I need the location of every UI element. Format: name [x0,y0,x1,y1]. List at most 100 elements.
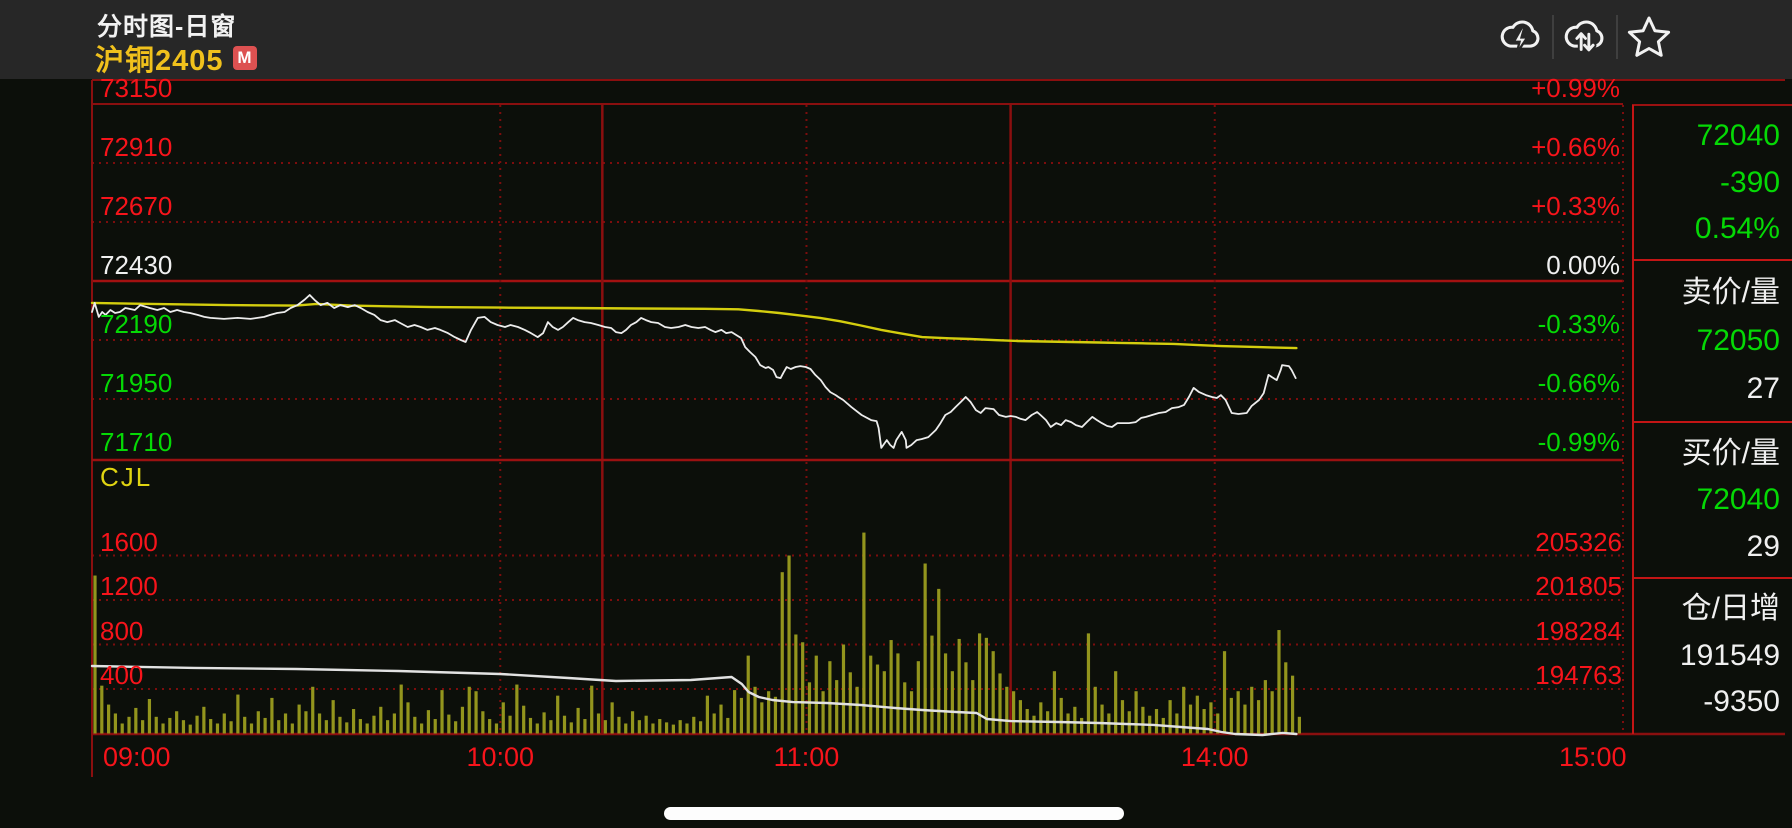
volume-bar [155,717,158,734]
volume-bar [134,708,137,734]
volume-bar [951,671,954,733]
volume-bar [774,697,777,734]
volume-bar [345,722,348,733]
volume-bar [617,717,620,734]
volume-bar [1121,700,1124,733]
quote-panel: 72040-3900.54%卖价/量7205027买价/量7204029仓/日增… [1632,105,1792,734]
volume-bar [672,725,675,734]
quote-value: -9350 [1703,687,1792,717]
volume-bar [917,661,920,733]
volume-bar [651,723,654,733]
volume-bar [563,716,566,734]
volume-bar [1094,687,1097,734]
volume-bar [413,717,416,734]
volume-bar [352,709,355,733]
volume-bar [427,710,430,733]
volume-bar [474,691,477,733]
volume-bar [1128,711,1131,733]
volume-bar [420,723,423,733]
volume-bar [1087,633,1090,733]
volume-bar [876,665,879,734]
panel-divider [1634,259,1792,261]
volume-bar [502,702,505,733]
volume-bar [706,696,709,734]
volume-bar [454,721,457,733]
volume-bar [1230,698,1233,734]
volume-bar [1223,651,1226,733]
panel-divider [1634,421,1792,423]
volume-bar [713,713,716,733]
volume-bar [835,680,838,733]
volume-bar [699,721,702,733]
volume-bar [542,712,545,733]
quote-value: 191549 [1680,641,1792,671]
volume-bar [631,711,634,733]
volume-bar [161,723,164,733]
volume-bar [910,691,913,733]
volume-bar [1060,698,1063,734]
volume-bar [1169,700,1172,733]
volume-bar [1291,676,1294,734]
volume-bar [1189,705,1192,734]
volume-bar [971,680,974,733]
volume-bar [924,564,927,734]
volume-bar [236,695,239,734]
volume-bar [216,723,219,733]
volume-bar [590,686,593,734]
volume-bar [890,640,893,733]
volume-bar [1284,662,1287,733]
volume-bar [202,707,205,734]
quote-value: 72040 [1697,485,1792,515]
volume-bar [1243,705,1246,734]
volume-bar [964,662,967,733]
volume-bar [842,645,845,734]
volume-bar [570,722,573,733]
chart-canvas[interactable] [0,0,1792,828]
volume-bar [930,636,933,734]
volume-bar [862,533,865,734]
volume-bar [801,642,804,733]
average-price-line [92,303,1296,348]
volume-bar [461,707,464,734]
quote-panel-section: 买价/量7204029 [1634,422,1792,578]
volume-bar [508,716,511,734]
volume-bar [93,576,96,734]
volume-bar [597,713,600,733]
volume-bar [243,717,246,734]
quote-panel-section: 仓/日增191549-9350 [1634,578,1792,733]
volume-bar [958,639,961,734]
volume-bar [1080,718,1083,734]
volume-bar [760,702,763,733]
volume-bar [121,723,124,733]
volume-bar [141,720,144,733]
volume-bar [1277,630,1280,733]
volume-bar [182,720,185,733]
quote-value: 72050 [1697,326,1792,356]
volume-bar [1100,705,1103,734]
volume-bar [604,720,607,733]
volume-bar [291,723,294,733]
volume-bar [787,556,790,734]
volume-bar [719,705,722,734]
quote-value: 29 [1747,532,1792,562]
volume-bar [400,685,403,734]
volume-bar [406,702,409,733]
volume-bar [189,725,192,734]
volume-bar [304,711,307,733]
home-indicator[interactable] [664,807,1124,820]
volume-bar [114,713,117,733]
volume-bar [583,719,586,733]
volume-bar [638,720,641,733]
volume-bar [495,723,498,733]
volume-bar [318,713,321,733]
quote-panel-section: 卖价/量7205027 [1634,260,1792,422]
volume-bar [658,719,661,733]
volume-bar [733,690,736,733]
volume-bar [1237,691,1240,733]
price-line [92,295,1296,448]
volume-bar [679,720,682,733]
volume-bar [386,720,389,733]
volume-bar [1250,687,1253,734]
volume-bar [393,713,396,733]
volume-bar [264,718,267,734]
